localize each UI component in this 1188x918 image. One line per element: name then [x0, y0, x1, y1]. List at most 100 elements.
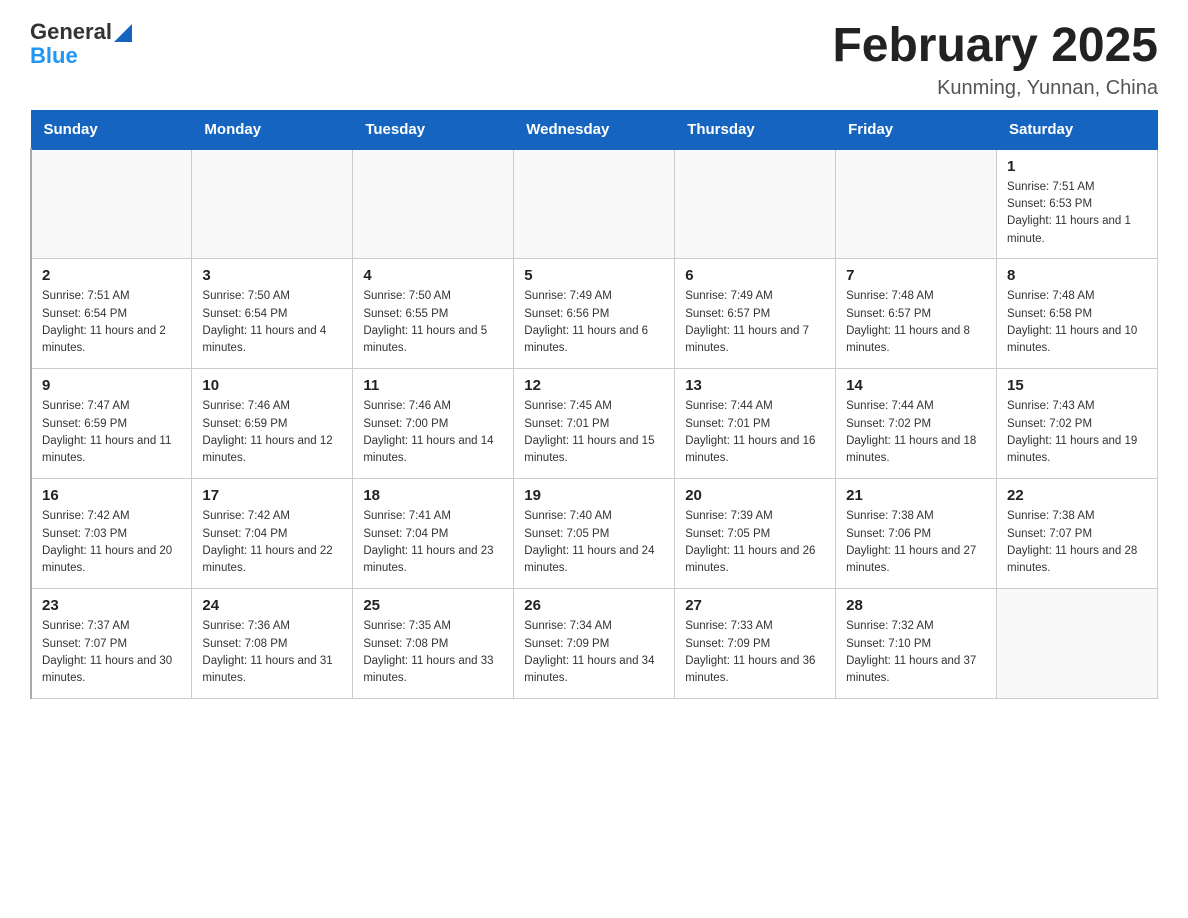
calendar-subtitle: Kunming, Yunnan, China	[832, 77, 1158, 100]
day-info: Sunrise: 7:43 AMSunset: 7:02 PMDaylight:…	[1007, 398, 1147, 467]
day-number: 18	[363, 487, 503, 504]
day-info: Sunrise: 7:47 AMSunset: 6:59 PMDaylight:…	[42, 398, 181, 467]
calendar-week-row: 23 Sunrise: 7:37 AMSunset: 7:07 PMDayligh…	[31, 589, 1158, 699]
calendar-cell	[675, 149, 836, 259]
weekday-header-wednesday: Wednesday	[514, 110, 675, 149]
calendar-cell: 16 Sunrise: 7:42 AMSunset: 7:03 PMDayligh…	[31, 479, 192, 589]
day-number: 15	[1007, 377, 1147, 394]
day-info: Sunrise: 7:50 AMSunset: 6:55 PMDaylight:…	[363, 288, 503, 357]
day-info: Sunrise: 7:35 AMSunset: 7:08 PMDaylight:…	[363, 618, 503, 687]
calendar-cell	[514, 149, 675, 259]
weekday-header-saturday: Saturday	[997, 110, 1158, 149]
calendar-week-row: 1Sunrise: 7:51 AMSunset: 6:53 PMDaylight…	[31, 149, 1158, 259]
calendar-cell: 9 Sunrise: 7:47 AMSunset: 6:59 PMDaylight…	[31, 369, 192, 479]
day-number: 28	[846, 597, 986, 614]
calendar-cell	[997, 589, 1158, 699]
calendar-cell: 4 Sunrise: 7:50 AMSunset: 6:55 PMDaylight…	[353, 259, 514, 369]
day-number: 3	[202, 267, 342, 284]
day-info: Sunrise: 7:38 AMSunset: 7:07 PMDaylight:…	[1007, 508, 1147, 577]
calendar-cell: 2Sunrise: 7:51 AMSunset: 6:54 PMDaylight…	[31, 259, 192, 369]
calendar-cell: 17 Sunrise: 7:42 AMSunset: 7:04 PMDayligh…	[192, 479, 353, 589]
weekday-header-sunday: Sunday	[31, 110, 192, 149]
day-info: Sunrise: 7:36 AMSunset: 7:08 PMDaylight:…	[202, 618, 342, 687]
day-info: Sunrise: 7:49 AMSunset: 6:56 PMDaylight:…	[524, 288, 664, 357]
calendar-cell: 15 Sunrise: 7:43 AMSunset: 7:02 PMDayligh…	[997, 369, 1158, 479]
day-number: 27	[685, 597, 825, 614]
day-number: 23	[42, 597, 181, 614]
day-info: Sunrise: 7:48 AMSunset: 6:57 PMDaylight:…	[846, 288, 986, 357]
calendar-cell: 12 Sunrise: 7:45 AMSunset: 7:01 PMDayligh…	[514, 369, 675, 479]
day-number: 17	[202, 487, 342, 504]
day-info: Sunrise: 7:42 AMSunset: 7:03 PMDaylight:…	[42, 508, 181, 577]
calendar-cell	[836, 149, 997, 259]
logo-general-text: General	[30, 20, 112, 44]
day-number: 19	[524, 487, 664, 504]
title-group: February 2025 Kunming, Yunnan, China	[832, 20, 1158, 100]
calendar-title: February 2025	[832, 20, 1158, 73]
day-number: 24	[202, 597, 342, 614]
day-info: Sunrise: 7:39 AMSunset: 7:05 PMDaylight:…	[685, 508, 825, 577]
day-info: Sunrise: 7:49 AMSunset: 6:57 PMDaylight:…	[685, 288, 825, 357]
logo-blue-text: Blue	[30, 44, 132, 68]
calendar-cell: 5 Sunrise: 7:49 AMSunset: 6:56 PMDaylight…	[514, 259, 675, 369]
day-number: 14	[846, 377, 986, 394]
day-info: Sunrise: 7:50 AMSunset: 6:54 PMDaylight:…	[202, 288, 342, 357]
day-info: Sunrise: 7:41 AMSunset: 7:04 PMDaylight:…	[363, 508, 503, 577]
day-info: Sunrise: 7:44 AMSunset: 7:02 PMDaylight:…	[846, 398, 986, 467]
calendar-week-row: 9 Sunrise: 7:47 AMSunset: 6:59 PMDaylight…	[31, 369, 1158, 479]
day-number: 10	[202, 377, 342, 394]
calendar-cell	[31, 149, 192, 259]
calendar-cell: 27 Sunrise: 7:33 AMSunset: 7:09 PMDayligh…	[675, 589, 836, 699]
calendar-cell: 22 Sunrise: 7:38 AMSunset: 7:07 PMDayligh…	[997, 479, 1158, 589]
day-info: Sunrise: 7:34 AMSunset: 7:09 PMDaylight:…	[524, 618, 664, 687]
weekday-header-thursday: Thursday	[675, 110, 836, 149]
calendar-cell: 26 Sunrise: 7:34 AMSunset: 7:09 PMDayligh…	[514, 589, 675, 699]
logo-group: General Blue	[30, 20, 132, 68]
day-number: 8	[1007, 267, 1147, 284]
day-info: Sunrise: 7:46 AMSunset: 7:00 PMDaylight:…	[363, 398, 503, 467]
calendar-week-row: 2Sunrise: 7:51 AMSunset: 6:54 PMDaylight…	[31, 259, 1158, 369]
day-info: Sunrise: 7:45 AMSunset: 7:01 PMDaylight:…	[524, 398, 664, 467]
calendar-cell: 20 Sunrise: 7:39 AMSunset: 7:05 PMDayligh…	[675, 479, 836, 589]
day-number: 4	[363, 267, 503, 284]
weekday-header-monday: Monday	[192, 110, 353, 149]
day-info: Sunrise: 7:44 AMSunset: 7:01 PMDaylight:…	[685, 398, 825, 467]
day-number: 21	[846, 487, 986, 504]
calendar-cell: 13Sunrise: 7:44 AMSunset: 7:01 PMDayligh…	[675, 369, 836, 479]
day-info: Sunrise: 7:46 AMSunset: 6:59 PMDaylight:…	[202, 398, 342, 467]
day-number: 6	[685, 267, 825, 284]
calendar-cell: 3 Sunrise: 7:50 AMSunset: 6:54 PMDaylight…	[192, 259, 353, 369]
calendar-cell: 7 Sunrise: 7:48 AMSunset: 6:57 PMDaylight…	[836, 259, 997, 369]
calendar-cell	[353, 149, 514, 259]
day-info: Sunrise: 7:40 AMSunset: 7:05 PMDaylight:…	[524, 508, 664, 577]
day-info: Sunrise: 7:38 AMSunset: 7:06 PMDaylight:…	[846, 508, 986, 577]
day-number: 22	[1007, 487, 1147, 504]
day-number: 20	[685, 487, 825, 504]
calendar-cell: 21 Sunrise: 7:38 AMSunset: 7:06 PMDayligh…	[836, 479, 997, 589]
calendar-cell	[192, 149, 353, 259]
day-number: 7	[846, 267, 986, 284]
calendar-header-row: SundayMondayTuesdayWednesdayThursdayFrid…	[31, 110, 1158, 149]
calendar-cell: 11Sunrise: 7:46 AMSunset: 7:00 PMDayligh…	[353, 369, 514, 479]
day-info: Sunrise: 7:32 AMSunset: 7:10 PMDaylight:…	[846, 618, 986, 687]
weekday-header-tuesday: Tuesday	[353, 110, 514, 149]
calendar-cell: 14 Sunrise: 7:44 AMSunset: 7:02 PMDayligh…	[836, 369, 997, 479]
calendar-cell: 18 Sunrise: 7:41 AMSunset: 7:04 PMDayligh…	[353, 479, 514, 589]
calendar-cell: 19 Sunrise: 7:40 AMSunset: 7:05 PMDayligh…	[514, 479, 675, 589]
calendar-cell: 10 Sunrise: 7:46 AMSunset: 6:59 PMDayligh…	[192, 369, 353, 479]
day-number: 26	[524, 597, 664, 614]
day-number: 9	[42, 377, 181, 394]
day-info: Sunrise: 7:37 AMSunset: 7:07 PMDaylight:…	[42, 618, 181, 687]
day-info: Sunrise: 7:51 AMSunset: 6:54 PMDaylight:…	[42, 288, 181, 357]
day-info: Sunrise: 7:33 AMSunset: 7:09 PMDaylight:…	[685, 618, 825, 687]
calendar-cell: 25Sunrise: 7:35 AMSunset: 7:08 PMDayligh…	[353, 589, 514, 699]
day-number: 12	[524, 377, 664, 394]
day-info: Sunrise: 7:42 AMSunset: 7:04 PMDaylight:…	[202, 508, 342, 577]
day-number: 5	[524, 267, 664, 284]
calendar-cell: 8Sunrise: 7:48 AMSunset: 6:58 PMDaylight…	[997, 259, 1158, 369]
day-number: 16	[42, 487, 181, 504]
calendar-cell: 1Sunrise: 7:51 AMSunset: 6:53 PMDaylight…	[997, 149, 1158, 259]
logo-triangle-icon	[114, 24, 132, 42]
weekday-header-friday: Friday	[836, 110, 997, 149]
calendar-cell: 23 Sunrise: 7:37 AMSunset: 7:07 PMDayligh…	[31, 589, 192, 699]
